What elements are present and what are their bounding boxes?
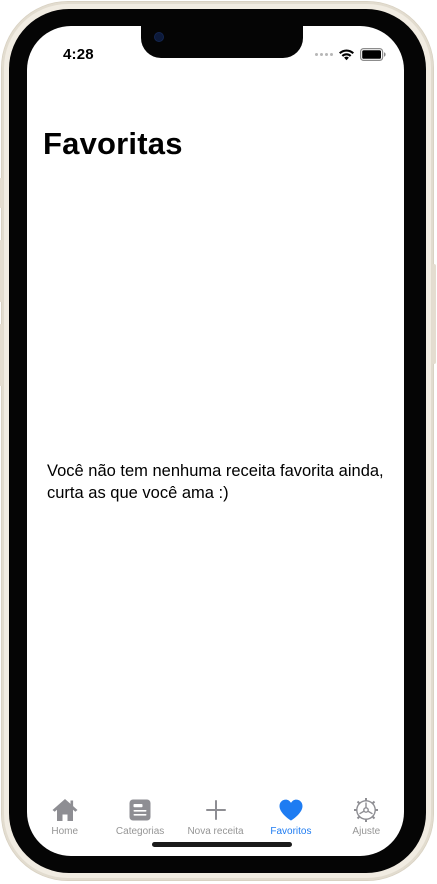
tab-categorias[interactable]: Categorias (102, 794, 177, 844)
plus-icon (202, 796, 230, 824)
home-indicator (152, 842, 292, 847)
tab-favoritos[interactable]: Favoritos (253, 794, 328, 844)
mute-switch (0, 178, 3, 208)
gear-icon (352, 796, 380, 824)
status-indicators (315, 46, 386, 62)
tab-label: Ajuste (352, 826, 381, 837)
battery-icon (360, 47, 386, 61)
tab-ajuste[interactable]: Ajuste (329, 794, 404, 844)
tab-nova-receita[interactable]: Nova receita (178, 794, 253, 844)
cellular-signal-icon (315, 52, 333, 56)
heart-icon (277, 796, 305, 824)
empty-state-message: Você não tem nenhuma receita favorita ai… (47, 462, 384, 502)
tab-label: Home (51, 826, 79, 837)
volume-down-button (0, 324, 3, 386)
tab-label: Nova receita (187, 826, 244, 837)
screen: 4:28 Favoritas Você não tem nenhuma rece (27, 26, 404, 856)
power-button (432, 264, 436, 364)
phone-bezel: 4:28 Favoritas Você não tem nenhuma rece (9, 9, 426, 873)
tab-home[interactable]: Home (27, 794, 102, 844)
phone-frame: 4:28 Favoritas Você não tem nenhuma rece (0, 2, 436, 880)
list-card-icon (126, 796, 154, 824)
wifi-icon (339, 48, 354, 60)
tab-bar: Home Categorias Nova receita Favoritos A… (27, 794, 404, 844)
tab-label: Favoritos (270, 826, 312, 837)
camera-icon (155, 33, 163, 41)
volume-up-button (0, 240, 3, 302)
status-time: 4:28 (63, 46, 94, 63)
notch (141, 26, 303, 58)
house-icon (51, 796, 79, 824)
tab-label: Categorias (115, 826, 165, 837)
page-title: Favoritas (43, 126, 183, 161)
